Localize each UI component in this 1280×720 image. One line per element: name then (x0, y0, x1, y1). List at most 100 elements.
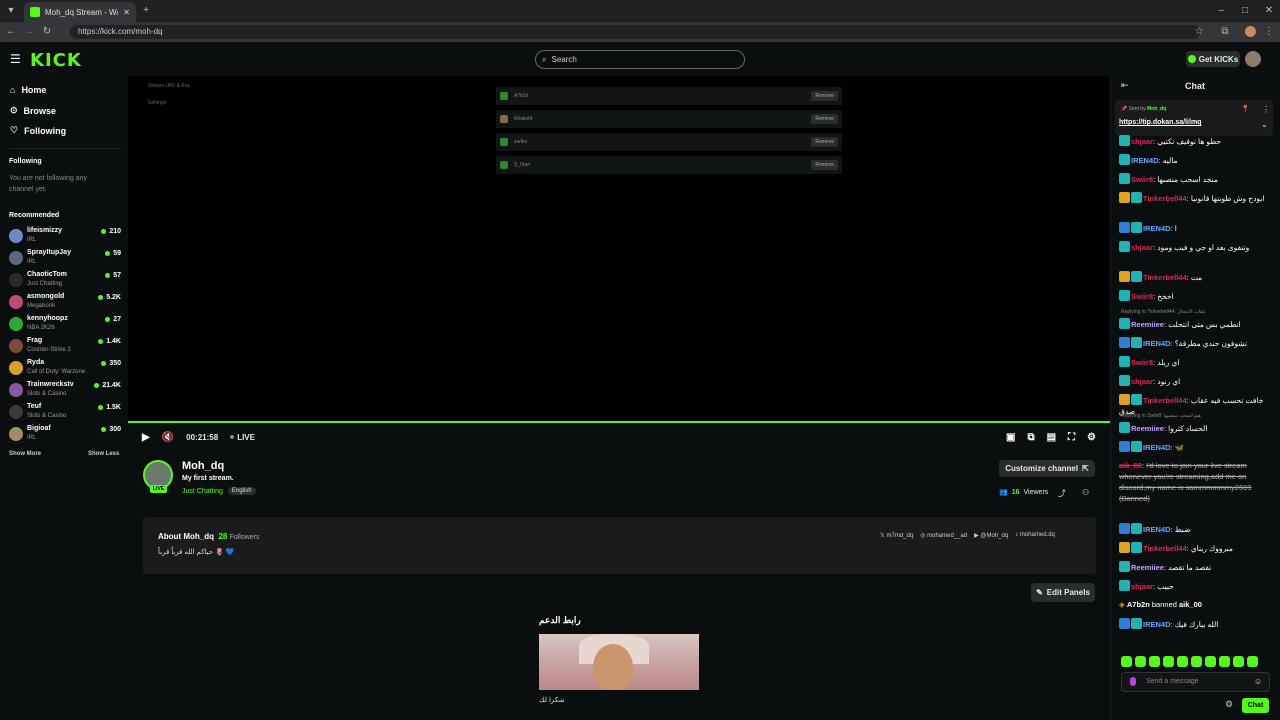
chat-username[interactable]: Tinkerbell44 (1143, 396, 1187, 405)
reload-icon[interactable]: ↻ (40, 22, 54, 42)
extensions-icon[interactable]: ⧉ (1218, 22, 1232, 42)
recommended-channel[interactable]: Ryda Call of Duty: Warzone 350 (9, 359, 121, 379)
emote-icon[interactable] (1163, 656, 1174, 667)
recommended-channel[interactable]: Teuf Slots & Casino 1.5K (9, 403, 121, 423)
recommended-channel[interactable]: Bigioaf IRL 300 (9, 425, 121, 445)
chat-username[interactable]: IREN4D (1143, 525, 1171, 534)
chat-username[interactable]: IREN4D (1143, 620, 1171, 629)
pip-icon[interactable]: ⧉ (1027, 432, 1034, 443)
chat-message[interactable]: aik_00: I'd love to join your live strea… (1119, 460, 1271, 504)
chat-message[interactable]: Tinkerbell44: ابودح وش طوبتها قانونيا (1119, 192, 1271, 204)
chat-username[interactable]: Tinkerbell44 (1143, 273, 1187, 282)
x-link[interactable]: 𝕏 m7md_dq (880, 532, 913, 539)
emote-icon[interactable] (1149, 656, 1160, 667)
recommended-channel[interactable]: ChaoticTom Just Chatting 57 (9, 271, 121, 291)
share-icon[interactable]: ⤴ (1058, 488, 1066, 499)
show-less-button[interactable]: Show Less (88, 451, 119, 457)
tiktok-link[interactable]: ♪ mohamed.dq (1015, 532, 1055, 539)
chat-message[interactable]: IREN4D: ضبط (1119, 523, 1271, 535)
emote-icon[interactable] (1219, 656, 1230, 667)
chat-username[interactable]: Reemiiee (1131, 424, 1164, 433)
youtube-link[interactable]: ▶ @Moh_dq (974, 532, 1008, 539)
window-close-icon[interactable]: ✕ (1262, 2, 1276, 20)
minimize-icon[interactable]: – (1214, 2, 1228, 20)
chat-message[interactable]: IREN4D: 🦋 (1119, 441, 1271, 453)
settings-gear-icon[interactable]: ⚙ (1087, 432, 1096, 443)
search-input[interactable]: ⌕ Search (535, 50, 745, 69)
kick-logo[interactable]: KICK (30, 50, 82, 71)
chat-username[interactable]: aik_00 (1119, 461, 1142, 470)
chat-message[interactable]: Reemiiee: الحساد كثروا (1119, 422, 1271, 434)
wide-mode-icon[interactable]: ▤ (1047, 432, 1056, 443)
show-more-button[interactable]: Show More (9, 451, 41, 457)
chat-settings-icon[interactable]: ⚙ (1225, 699, 1233, 710)
category-link[interactable]: Just Chatting (182, 488, 223, 495)
user-avatar[interactable] (1245, 51, 1261, 67)
nav-home[interactable]: ⌂ Home (10, 85, 46, 95)
chat-message[interactable]: Swiir8: اخخخ (1119, 290, 1271, 302)
send-chat-button[interactable]: Chat (1242, 698, 1269, 713)
nav-browse[interactable]: ⊙ Browse (10, 105, 56, 116)
recommended-channel[interactable]: asmongold Megabonk 5.2K (9, 293, 121, 313)
chat-message[interactable]: shjaar: حبيب (1119, 580, 1271, 592)
chat-message[interactable]: shjaar: وتنقوى بعد او جي و فيب ومود (1119, 241, 1271, 253)
chat-username[interactable]: IREN4D (1131, 156, 1159, 165)
get-kicks-button[interactable]: Get KICKs (1186, 51, 1240, 67)
emote-icon[interactable] (1135, 656, 1146, 667)
nav-following[interactable]: ♡ Following (10, 125, 66, 136)
chat-message[interactable]: Swiir8: اي ريلد (1119, 356, 1271, 368)
maximize-icon[interactable]: □ (1238, 2, 1252, 20)
emote-icon[interactable] (1121, 656, 1132, 667)
bookmark-star-icon[interactable]: ☆ (1192, 22, 1206, 42)
emote-icon[interactable] (1247, 656, 1258, 667)
chat-username[interactable]: Tinkerbell44 (1143, 544, 1187, 553)
hamburger-menu-icon[interactable]: ☰ (10, 52, 21, 66)
chat-username[interactable]: IREN4D (1143, 339, 1171, 348)
chat-username[interactable]: Swiir8 (1131, 175, 1153, 184)
chat-message[interactable]: Tinkerbell44: مت (1119, 271, 1271, 283)
chat-username[interactable]: Reemiiee (1131, 320, 1164, 329)
browser-tab[interactable]: Moh_dq Stream - Watch Live o ✕ (24, 2, 136, 22)
chat-message[interactable]: Swiir8: منجد اسحب منصبها (1119, 173, 1271, 185)
browser-menu-icon[interactable]: ⋮ (1262, 22, 1276, 42)
chat-message[interactable]: Reemiiee: تقصد ما تقصد (1119, 561, 1271, 573)
emote-icon[interactable] (1177, 656, 1188, 667)
pinned-link[interactable]: https://tip.dokan.sa/lilmq (1119, 119, 1201, 126)
edit-panels-button[interactable]: ✎ Edit Panels (1031, 583, 1095, 602)
recommended-channel[interactable]: SprayItupJay IRL 59 (9, 249, 121, 269)
unpin-icon[interactable]: 📍 (1241, 105, 1250, 113)
pinned-menu-icon[interactable]: ⋮ (1262, 105, 1270, 114)
emote-icon[interactable] (1191, 656, 1202, 667)
chat-username[interactable]: Reemiiee (1131, 563, 1164, 572)
recommended-channel[interactable]: kennyhoopz NBA 2K26 27 (9, 315, 121, 335)
back-icon[interactable]: ← (4, 22, 18, 42)
forward-icon[interactable]: → (22, 22, 36, 42)
chat-message[interactable]: shjaar: حطو ها توقيف تكتيي (1119, 135, 1271, 147)
chat-username[interactable]: shjaar (1131, 243, 1153, 252)
close-tab-icon[interactable]: ✕ (123, 8, 130, 17)
channel-name[interactable]: Moh_dq (182, 460, 224, 472)
chat-username[interactable]: Swiir8 (1131, 292, 1153, 301)
chat-username[interactable]: IREN4D (1143, 443, 1171, 452)
chat-message[interactable]: Reemiiee: انطمي بس متى انتحلت (1119, 318, 1271, 330)
chat-username[interactable]: shjaar (1131, 582, 1153, 591)
recommended-channel[interactable]: lifeismizzy IRL 210 (9, 227, 121, 247)
chat-username[interactable]: Swiir8 (1131, 358, 1153, 367)
mute-icon[interactable]: 🔇 (162, 432, 174, 443)
language-tag[interactable]: English (227, 487, 256, 495)
url-bar[interactable]: https://kick.com/moh-dq (70, 25, 1200, 39)
chat-message[interactable]: Tinkerbell44: مبرووك ريناي (1119, 542, 1271, 554)
chevron-down-icon[interactable]: ⌄ (1261, 120, 1268, 129)
tab-list-icon[interactable]: ▾ (4, 2, 18, 20)
emote-icon[interactable] (1205, 656, 1216, 667)
profile-avatar[interactable] (1245, 26, 1256, 37)
play-icon[interactable]: ▶ (142, 432, 150, 443)
chat-message[interactable]: ◈ A7b2n banned aik_00 (1119, 599, 1271, 610)
customize-channel-button[interactable]: Customize channel ⇱ (999, 460, 1095, 477)
emote-icon[interactable] (1233, 656, 1244, 667)
instagram-link[interactable]: ◎ mohamed__ad (920, 532, 967, 539)
chat-message[interactable]: shjaar: اي رنود (1119, 375, 1271, 387)
chat-username[interactable]: shjaar (1131, 377, 1153, 386)
fullscreen-icon[interactable]: ⛶ (1068, 432, 1075, 443)
theatre-icon[interactable]: ▣ (1006, 432, 1015, 443)
